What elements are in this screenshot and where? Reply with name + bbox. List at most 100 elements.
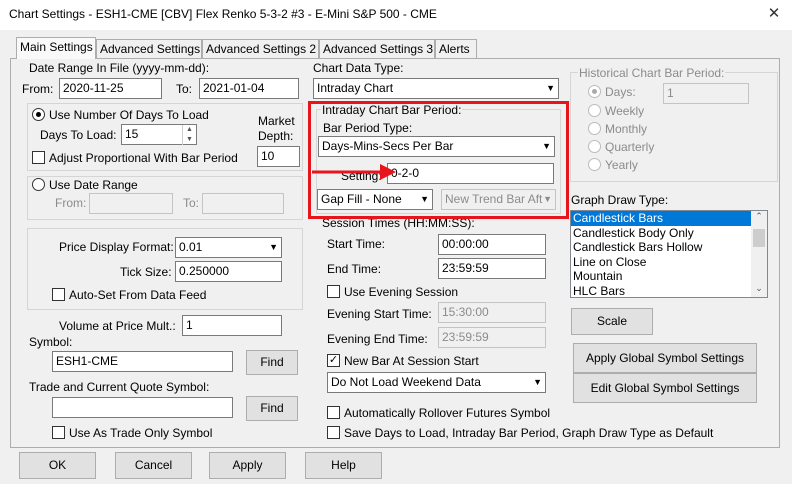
tab-alerts[interactable]: Alerts — [435, 39, 477, 59]
evening-start-label: Evening Start Time: — [327, 307, 432, 321]
historical-weekly-label: Weekly — [605, 104, 645, 118]
use-evening-label: Use Evening Session — [344, 285, 459, 299]
volume-mult-field[interactable]: 1 — [182, 315, 282, 336]
market-depth-field[interactable]: 10 — [257, 146, 300, 167]
annotation-arrow-icon — [312, 164, 396, 180]
evening-end-label: Evening End Time: — [327, 332, 428, 346]
evening-end-field[interactable]: 23:59:59 — [438, 327, 546, 348]
save-defaults-checkbox[interactable] — [327, 426, 340, 439]
window-title: Chart Settings - ESH1-CME [CBV] Flex Ren… — [9, 7, 437, 21]
weekend-select[interactable]: Do Not Load Weekend Data ▼ — [327, 372, 546, 393]
close-icon[interactable]: ✕ — [762, 3, 786, 25]
scroll-up-icon[interactable]: ⌃ — [753, 211, 765, 225]
save-defaults-label: Save Days to Load, Intraday Bar Period, … — [344, 426, 714, 440]
tab-advanced-settings-3[interactable]: Advanced Settings 3 — [319, 39, 435, 59]
scroll-thumb[interactable] — [753, 229, 765, 247]
tick-size-field[interactable]: 0.250000 — [175, 261, 282, 282]
historical-label: Historical Chart Bar Period: — [578, 66, 726, 80]
list-item[interactable]: HLC Bars — [571, 284, 767, 299]
autoset-label: Auto-Set From Data Feed — [69, 288, 207, 302]
chart-data-type-select[interactable]: Intraday Chart ▼ — [313, 78, 559, 99]
symbol-field[interactable]: ESH1-CME — [52, 351, 233, 372]
trade-only-checkbox[interactable] — [52, 426, 65, 439]
start-time-field[interactable]: 00:00:00 — [438, 234, 546, 255]
days-spinner[interactable]: ▲ ▼ — [182, 125, 196, 145]
trade-only-label: Use As Trade Only Symbol — [69, 426, 213, 440]
start-time-label: Start Time: — [327, 237, 386, 251]
weekend-value: Do Not Load Weekend Data — [331, 375, 481, 389]
date-to-field[interactable]: 2021-01-04 — [199, 78, 299, 99]
new-bar-label: New Bar At Session Start — [344, 354, 479, 368]
range-from-field[interactable] — [89, 193, 173, 214]
new-bar-checkbox[interactable]: ✓ — [327, 354, 340, 367]
historical-monthly-radio[interactable] — [588, 122, 601, 135]
historical-yearly-radio[interactable] — [588, 158, 601, 171]
chart-data-type-label: Chart Data Type: — [313, 61, 404, 75]
historical-quarterly-label: Quarterly — [605, 140, 655, 154]
historical-monthly-label: Monthly — [605, 122, 648, 136]
evening-end-value: 23:59:59 — [442, 330, 489, 344]
evening-start-value: 15:30:00 — [442, 305, 489, 319]
help-button[interactable]: Help — [305, 452, 382, 479]
auto-rollover-checkbox[interactable] — [327, 406, 340, 419]
cancel-button[interactable]: Cancel — [115, 452, 192, 479]
range-from-label: From: — [55, 196, 87, 210]
market-depth-label-2: Depth: — [258, 129, 294, 143]
price-format-label: Price Display Format: — [59, 240, 174, 254]
scale-button[interactable]: Scale — [571, 308, 653, 335]
graph-draw-type-list[interactable]: Candlestick Bars Candlestick Body Only C… — [570, 210, 768, 298]
use-date-range-label: Use Date Range — [49, 178, 138, 192]
auto-rollover-label: Automatically Rollover Futures Symbol — [344, 406, 551, 420]
historical-days-value: 1 — [667, 86, 674, 100]
graph-draw-type-label: Graph Draw Type: — [571, 193, 669, 207]
list-item[interactable]: Mountain — [571, 269, 767, 284]
scroll-down-icon[interactable]: ⌄ — [753, 283, 765, 297]
tab-main-settings[interactable]: Main Settings — [16, 37, 96, 59]
list-item[interactable]: Candlestick Bars Hollow — [571, 240, 767, 255]
chevron-down-icon: ▼ — [269, 242, 278, 252]
tab-advanced-settings-2[interactable]: Advanced Settings 2 — [202, 39, 319, 59]
range-to-field[interactable] — [202, 193, 284, 214]
from-label: From: — [22, 82, 54, 96]
tab-advanced-settings[interactable]: Advanced Settings — [96, 39, 202, 59]
apply-global-button[interactable]: Apply Global Symbol Settings — [573, 343, 757, 373]
end-time-label: End Time: — [327, 262, 382, 276]
autoset-checkbox[interactable] — [52, 288, 65, 301]
use-days-label: Use Number Of Days To Load — [49, 108, 209, 122]
edit-global-button[interactable]: Edit Global Symbol Settings — [573, 373, 757, 403]
price-format-value: 0.01 — [179, 240, 203, 254]
historical-quarterly-radio[interactable] — [588, 140, 601, 153]
symbol-find-button[interactable]: Find — [246, 350, 298, 375]
trade-symbol-field[interactable] — [52, 397, 233, 418]
historical-days-label: Days: — [605, 85, 636, 99]
historical-days-radio[interactable] — [588, 85, 601, 98]
trade-symbol-find-button[interactable]: Find — [246, 396, 298, 421]
use-date-range-radio[interactable] — [32, 178, 45, 191]
apply-button[interactable]: Apply — [209, 452, 286, 479]
volume-mult-label: Volume at Price Mult.: — [59, 319, 176, 333]
use-days-radio[interactable] — [32, 108, 45, 121]
evening-start-field[interactable]: 15:30:00 — [438, 302, 546, 323]
date-from-field[interactable]: 2020-11-25 — [59, 78, 162, 99]
adjust-proportional-label: Adjust Proportional With Bar Period — [49, 151, 238, 165]
list-item[interactable]: Line on Close — [571, 255, 767, 270]
use-evening-checkbox[interactable] — [327, 285, 340, 298]
chevron-down-icon: ▼ — [533, 377, 542, 387]
market-depth-label-1: Market — [258, 114, 295, 128]
trade-symbol-label: Trade and Current Quote Symbol: — [29, 380, 210, 394]
to-label: To: — [176, 82, 193, 96]
price-format-select[interactable]: 0.01 ▼ — [175, 237, 282, 258]
chart-data-type-value: Intraday Chart — [317, 81, 394, 95]
symbol-label: Symbol: — [29, 335, 73, 349]
adjust-proportional-checkbox[interactable] — [32, 151, 45, 164]
list-item[interactable]: Candlestick Bars — [571, 211, 767, 226]
tick-size-label: Tick Size: — [120, 265, 172, 279]
chevron-down-icon: ▼ — [546, 83, 555, 93]
historical-weekly-radio[interactable] — [588, 104, 601, 117]
list-item[interactable]: Candlestick Body Only — [571, 226, 767, 241]
historical-days-field[interactable]: 1 — [663, 83, 749, 104]
ok-button[interactable]: OK — [19, 452, 96, 479]
end-time-field[interactable]: 23:59:59 — [438, 258, 546, 279]
days-to-load-label: Days To Load: — [40, 128, 117, 142]
date-range-label: Date Range In File (yyyy-mm-dd): — [29, 61, 210, 75]
